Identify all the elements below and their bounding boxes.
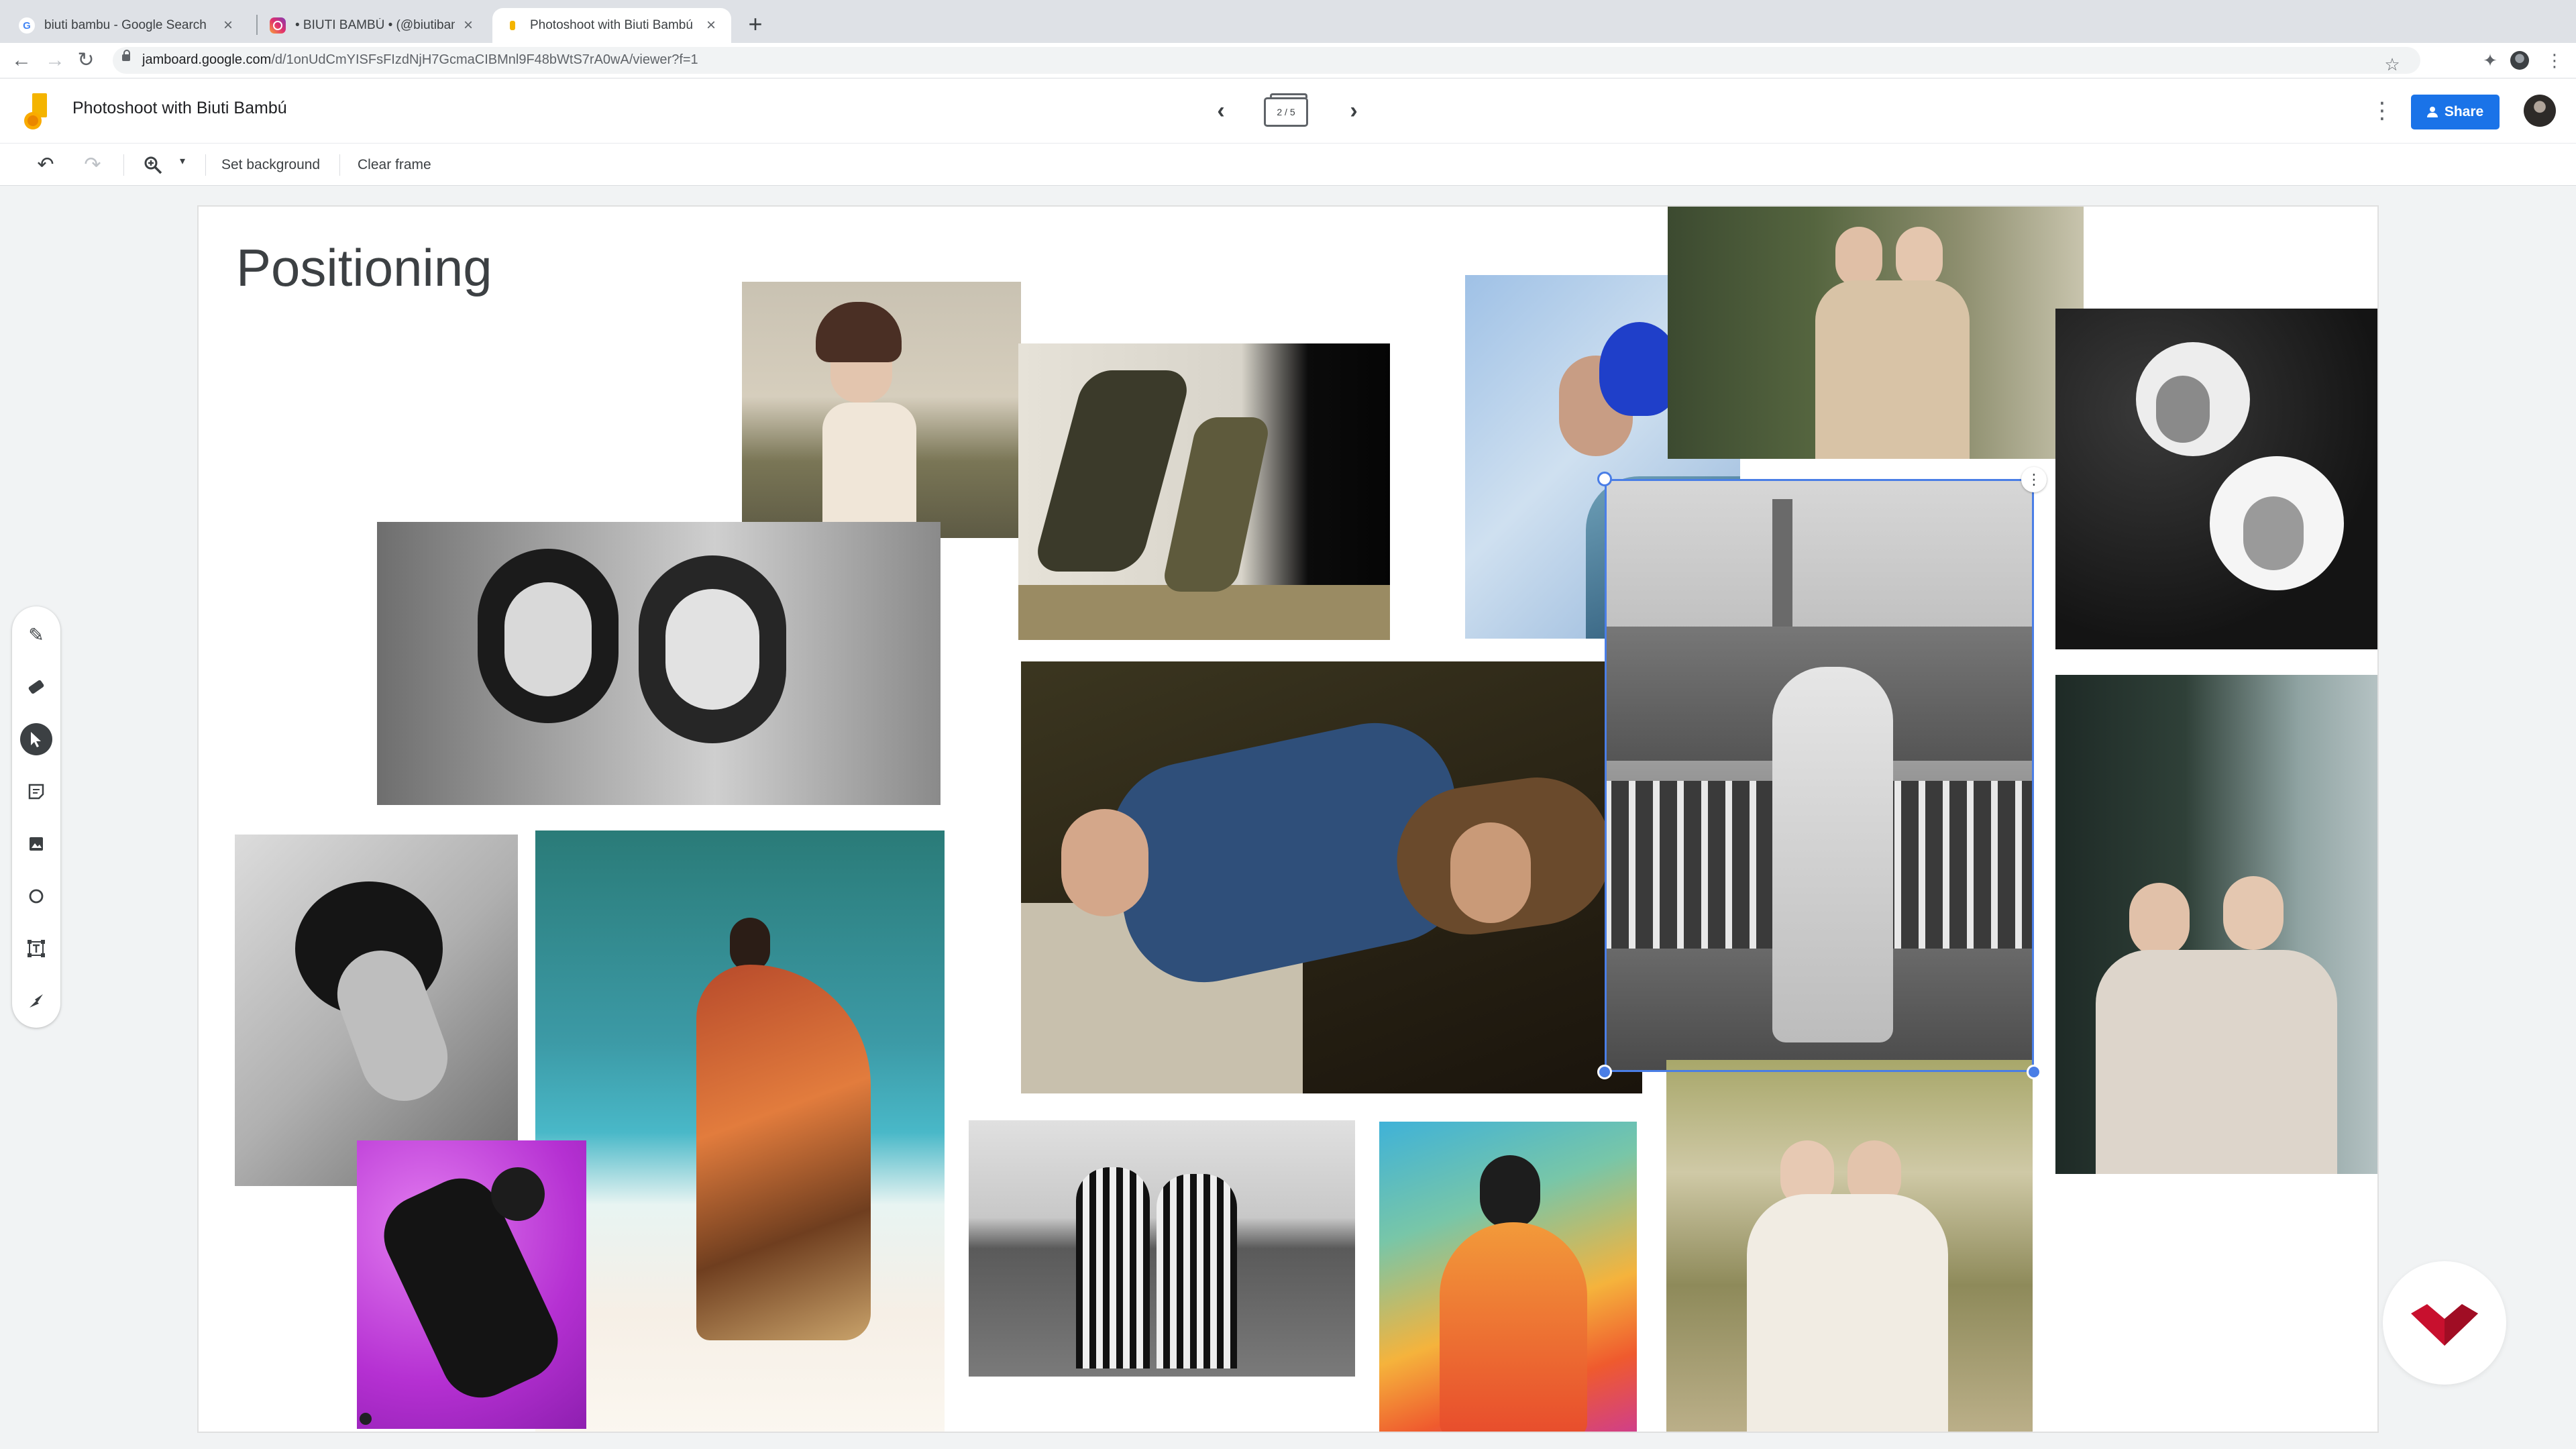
photo-women-lying-grass[interactable] bbox=[1021, 661, 1642, 1093]
laser-icon bbox=[30, 994, 43, 1008]
clear-frame-button[interactable]: Clear frame bbox=[358, 157, 431, 173]
extensions-icon[interactable]: ✦ bbox=[2478, 48, 2502, 72]
resize-handle-bottom-left[interactable] bbox=[1597, 1065, 1612, 1079]
url-field[interactable]: jamboard.google.com/d/1onUdCmYISFsFIzdNj… bbox=[113, 47, 2420, 74]
photo-two-women-window[interactable] bbox=[2055, 675, 2377, 1174]
photo-two-women-greenhouse[interactable] bbox=[1668, 207, 2084, 459]
person-icon bbox=[2426, 107, 2438, 117]
photo-two-women-field[interactable] bbox=[1666, 1060, 2033, 1432]
eraser-tool[interactable] bbox=[20, 671, 52, 703]
browser-menu-icon[interactable]: ⋮ bbox=[2542, 48, 2567, 72]
image-icon bbox=[30, 837, 43, 851]
toolbar-divider bbox=[205, 154, 206, 176]
rotate-handle[interactable] bbox=[1597, 472, 1612, 486]
jam-frame-canvas[interactable]: Positioning ⋮ bbox=[197, 205, 2379, 1433]
share-button[interactable]: Share bbox=[2411, 95, 2500, 129]
laser-tool[interactable] bbox=[20, 985, 52, 1017]
redo-icon[interactable]: ↷ bbox=[79, 152, 106, 178]
forward-icon[interactable]: → bbox=[42, 47, 68, 74]
channel-watermark-logo bbox=[2383, 1261, 2506, 1385]
photo-dancer-purple[interactable] bbox=[357, 1140, 586, 1429]
account-avatar[interactable] bbox=[2524, 95, 2556, 127]
text-box-icon bbox=[28, 940, 45, 957]
close-tab-icon[interactable]: × bbox=[703, 16, 719, 35]
previous-frame-button[interactable]: ‹ bbox=[1208, 97, 1234, 124]
app-header: Photoshoot with Biuti Bambú ‹ 2 / 5 › ⋮ … bbox=[0, 78, 2576, 143]
jamboard-logo[interactable] bbox=[24, 93, 51, 129]
back-icon[interactable]: ← bbox=[8, 47, 35, 74]
resize-handle-bottom-right[interactable] bbox=[2027, 1065, 2041, 1079]
zoom-icon[interactable] bbox=[140, 152, 166, 178]
photo-colorful-dress[interactable] bbox=[1379, 1122, 1637, 1432]
toolbar-divider bbox=[123, 154, 124, 176]
photo-beach-floral-dress[interactable] bbox=[535, 830, 945, 1432]
pen-icon: ✎ bbox=[28, 624, 44, 645]
browser-tab-strip: G biuti bambu - Google Search × • BIUTI … bbox=[0, 0, 2576, 43]
add-image-tool[interactable] bbox=[20, 828, 52, 860]
instagram-icon bbox=[270, 17, 286, 34]
info-badge-icon bbox=[360, 1413, 372, 1425]
address-bar: ← → ↻ jamboard.google.com/d/1onUdCmYISFs… bbox=[0, 43, 2576, 78]
sticky-note-icon bbox=[28, 784, 44, 800]
new-tab-icon[interactable]: + bbox=[741, 9, 770, 39]
text-box-tool[interactable] bbox=[20, 932, 52, 965]
frame-bar-toggle[interactable]: 2 / 5 bbox=[1264, 93, 1308, 127]
photo-fur-hoods-bw[interactable] bbox=[2055, 309, 2377, 649]
photo-curly-hair-bw[interactable] bbox=[235, 835, 518, 1186]
toolbar-divider bbox=[339, 154, 340, 176]
reload-icon[interactable]: ↻ bbox=[72, 47, 99, 74]
eraser-icon bbox=[28, 679, 45, 695]
photo-two-women-bw-portrait[interactable] bbox=[377, 522, 941, 805]
document-title[interactable]: Photoshoot with Biuti Bambú bbox=[72, 99, 287, 118]
sticky-note-tool[interactable] bbox=[20, 775, 52, 808]
jamboard-icon bbox=[504, 17, 521, 34]
photo-two-men-sea-bw[interactable] bbox=[969, 1120, 1355, 1377]
frame-title[interactable]: Positioning bbox=[236, 237, 492, 299]
zoom-dropdown-caret-icon[interactable]: ▾ bbox=[180, 154, 185, 168]
image-options-menu-icon[interactable]: ⋮ bbox=[2021, 467, 2047, 492]
more-options-icon[interactable]: ⋮ bbox=[2371, 97, 2394, 124]
circle-tool[interactable] bbox=[20, 880, 52, 912]
photo-woman-ruffle-blouse[interactable] bbox=[742, 282, 1021, 538]
bookmark-star-icon[interactable]: ☆ bbox=[2380, 52, 2404, 76]
next-frame-button[interactable]: › bbox=[1340, 97, 1367, 124]
pen-tool[interactable]: ✎ bbox=[20, 619, 52, 651]
browser-tab-google-search[interactable]: G biuti bambu - Google Search × bbox=[7, 8, 248, 43]
edit-toolbar: ↶ ↷ ▾ Set background Clear frame bbox=[0, 143, 2576, 186]
tab-title: Photoshoot with Biuti Bambú bbox=[530, 18, 693, 32]
share-label: Share bbox=[2444, 104, 2484, 119]
close-tab-icon[interactable]: × bbox=[220, 16, 236, 35]
close-tab-icon[interactable]: × bbox=[460, 16, 476, 35]
browser-tab-instagram[interactable]: • BIUTI BAMBÚ • (@biutibambu) × bbox=[258, 8, 488, 43]
circle-icon bbox=[29, 889, 44, 904]
photo-two-women-running[interactable] bbox=[1018, 343, 1390, 640]
selection-box bbox=[1605, 479, 2034, 1072]
frame-indicator: 2 / 5 bbox=[1277, 107, 1295, 117]
select-tool[interactable] bbox=[20, 723, 52, 755]
tool-rail: ✎ bbox=[12, 606, 60, 1028]
undo-icon[interactable]: ↶ bbox=[32, 152, 59, 178]
lock-icon bbox=[122, 50, 130, 61]
google-icon: G bbox=[19, 17, 35, 34]
tab-title: • BIUTI BAMBÚ • (@biutibambu) bbox=[295, 18, 455, 32]
browser-profile-avatar[interactable] bbox=[2510, 51, 2529, 70]
set-background-button[interactable]: Set background bbox=[221, 157, 320, 173]
tab-title: biuti bambu - Google Search bbox=[44, 18, 207, 32]
browser-tab-jamboard[interactable]: Photoshoot with Biuti Bambú × bbox=[492, 8, 731, 43]
cursor-icon bbox=[31, 732, 41, 747]
url-text: jamboard.google.com/d/1onUdCmYISFsFIzdNj… bbox=[142, 52, 698, 67]
